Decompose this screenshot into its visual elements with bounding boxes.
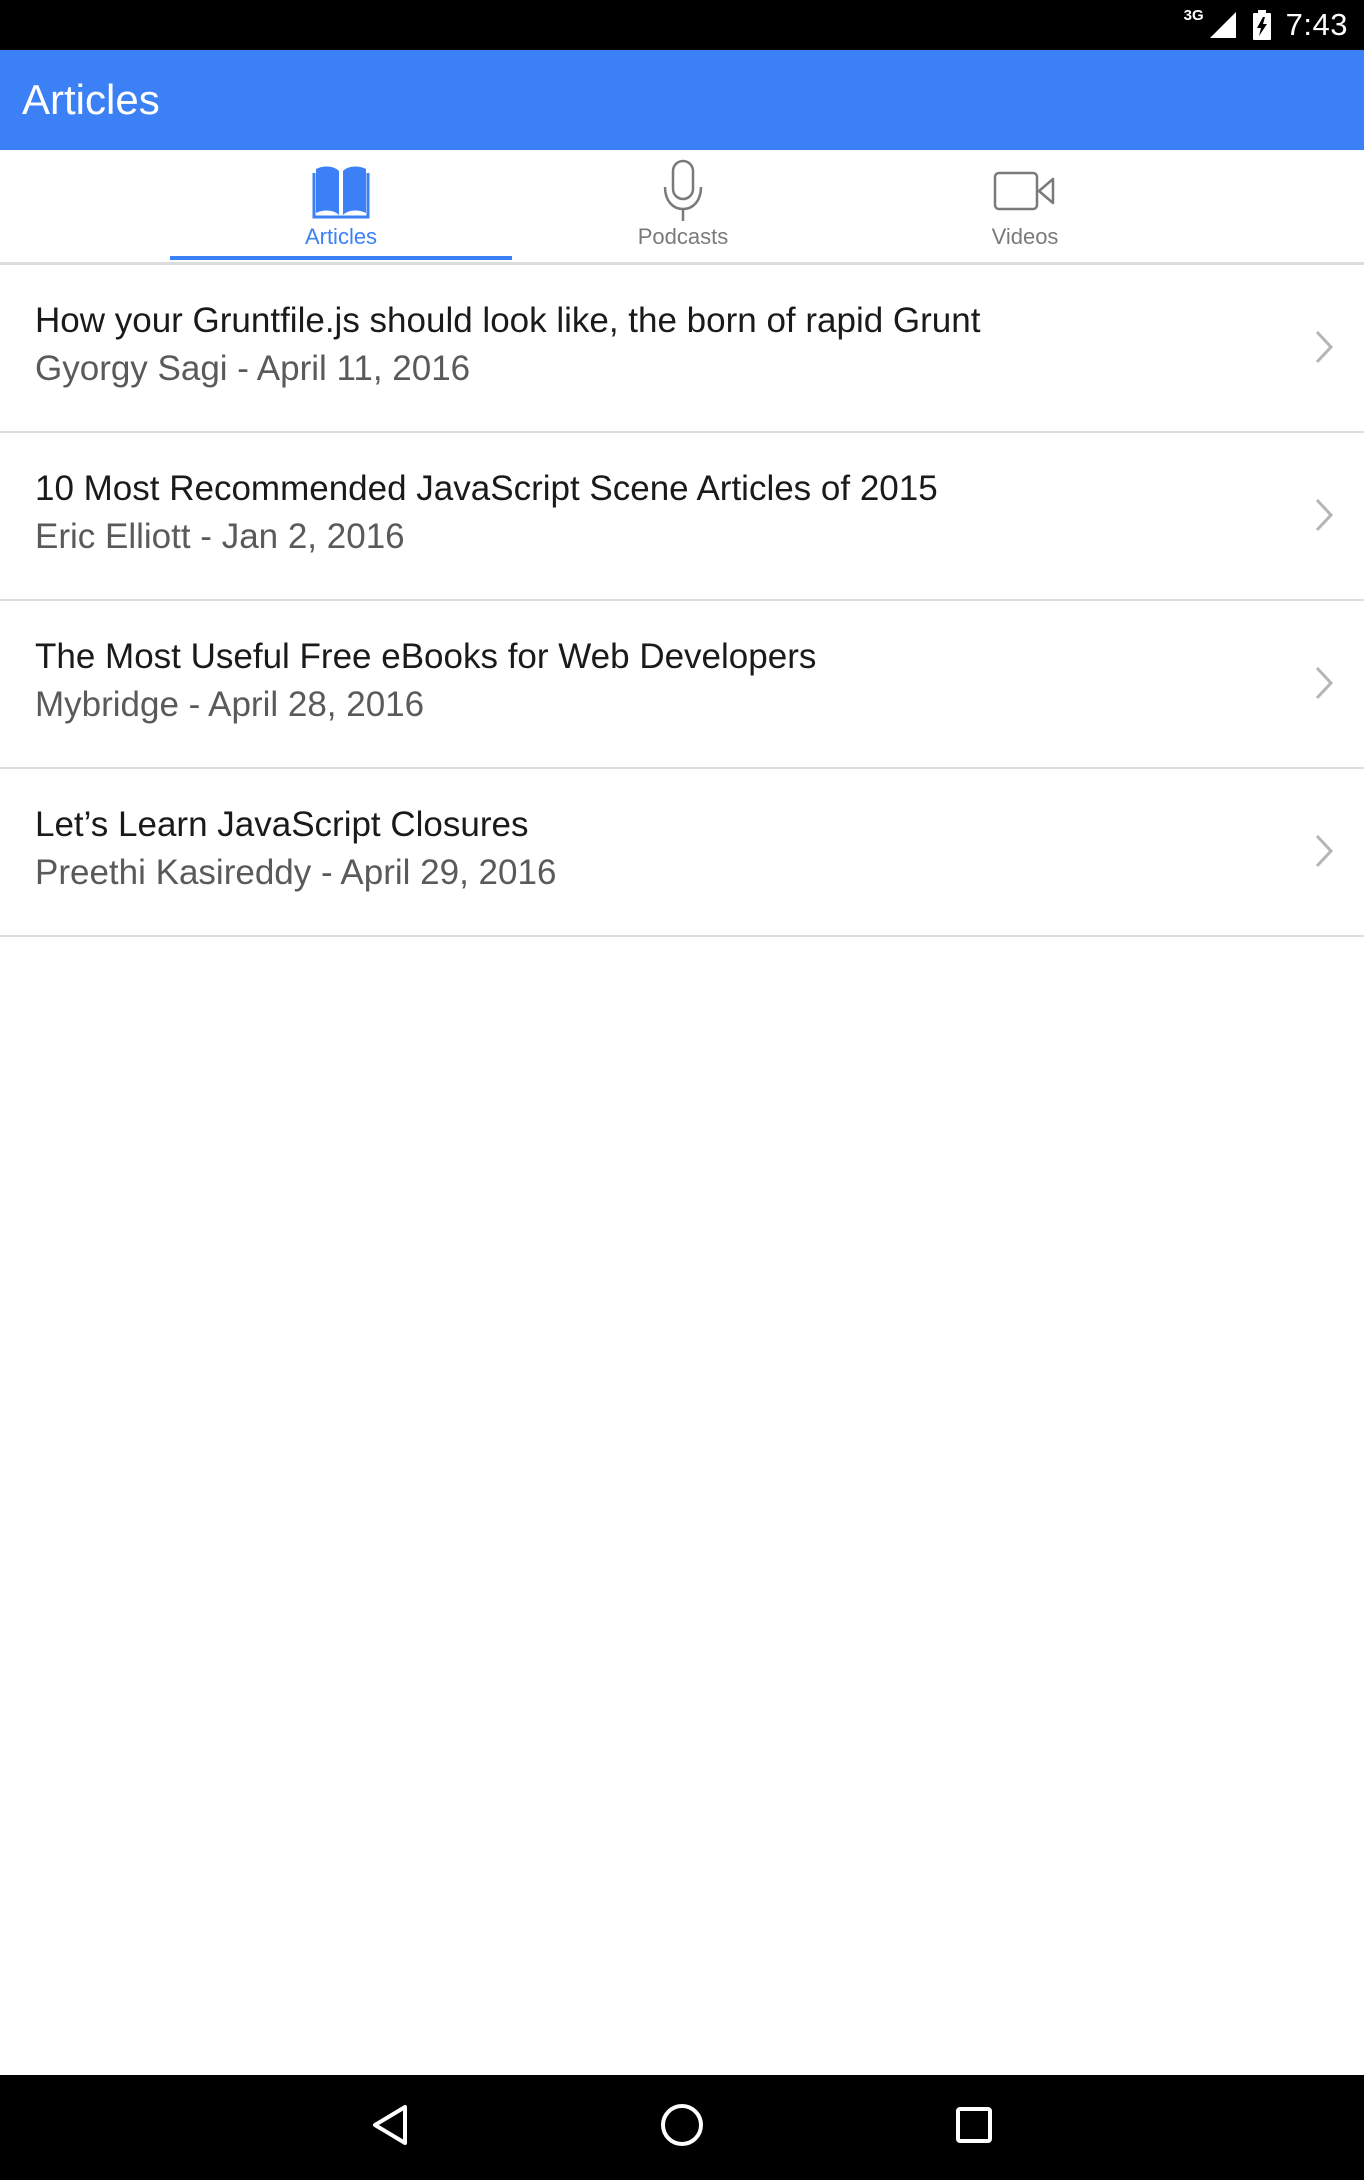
battery-charging-icon — [1252, 10, 1272, 40]
page-title: Articles — [22, 76, 160, 123]
article-meta: Eric Elliott - Jan 2, 2016 — [35, 517, 405, 556]
book-icon — [170, 156, 512, 226]
chevron-right-icon — [1314, 665, 1334, 706]
chevron-right-icon — [1314, 497, 1334, 538]
home-button[interactable] — [622, 2075, 742, 2180]
recents-button[interactable] — [914, 2075, 1034, 2180]
list-item[interactable]: Let’s Learn JavaScript Closures Preethi … — [0, 769, 1364, 937]
tab-bar: Articles Podcasts Videos — [0, 150, 1364, 265]
tab-videos[interactable]: Videos — [854, 150, 1196, 262]
tab-videos-label: Videos — [991, 224, 1059, 249]
article-title: How your Gruntfile.js should look like, … — [35, 301, 981, 340]
article-title: The Most Useful Free eBooks for Web Deve… — [35, 637, 817, 676]
tab-articles-label: Articles — [304, 224, 378, 249]
back-icon — [369, 2103, 411, 2152]
article-meta: Gyorgy Sagi - April 11, 2016 — [35, 349, 471, 388]
article-meta: Preethi Kasireddy - April 29, 2016 — [35, 853, 557, 892]
status-icons: 3G 7:43 — [1184, 0, 1348, 50]
status-bar: 3G 7:43 — [0, 0, 1364, 50]
tab-podcasts[interactable]: Podcasts — [512, 150, 854, 262]
tab-podcasts-label: Podcasts — [637, 224, 729, 249]
list-item[interactable]: How your Gruntfile.js should look like, … — [0, 265, 1364, 433]
article-meta: Mybridge - April 28, 2016 — [35, 685, 425, 724]
chevron-right-icon — [1314, 833, 1334, 874]
recents-icon — [954, 2105, 994, 2150]
video-camera-icon — [854, 156, 1196, 226]
clock: 7:43 — [1285, 7, 1348, 42]
chevron-right-icon — [1314, 329, 1334, 370]
microphone-icon — [512, 156, 854, 226]
active-tab-indicator — [170, 256, 512, 260]
article-list: How your Gruntfile.js should look like, … — [0, 265, 1364, 937]
list-item[interactable]: The Most Useful Free eBooks for Web Deve… — [0, 601, 1364, 769]
back-button[interactable] — [330, 2075, 450, 2180]
list-item[interactable]: 10 Most Recommended JavaScript Scene Art… — [0, 433, 1364, 601]
network-type-label: 3G — [1183, 6, 1204, 24]
tab-articles[interactable]: Articles — [170, 150, 512, 262]
article-title: Let’s Learn JavaScript Closures — [35, 805, 529, 844]
article-title: 10 Most Recommended JavaScript Scene Art… — [35, 469, 938, 508]
signal-icon — [1208, 11, 1238, 39]
system-nav-bar — [0, 2075, 1364, 2180]
app-bar: Articles — [0, 50, 1364, 150]
home-icon — [659, 2102, 705, 2153]
